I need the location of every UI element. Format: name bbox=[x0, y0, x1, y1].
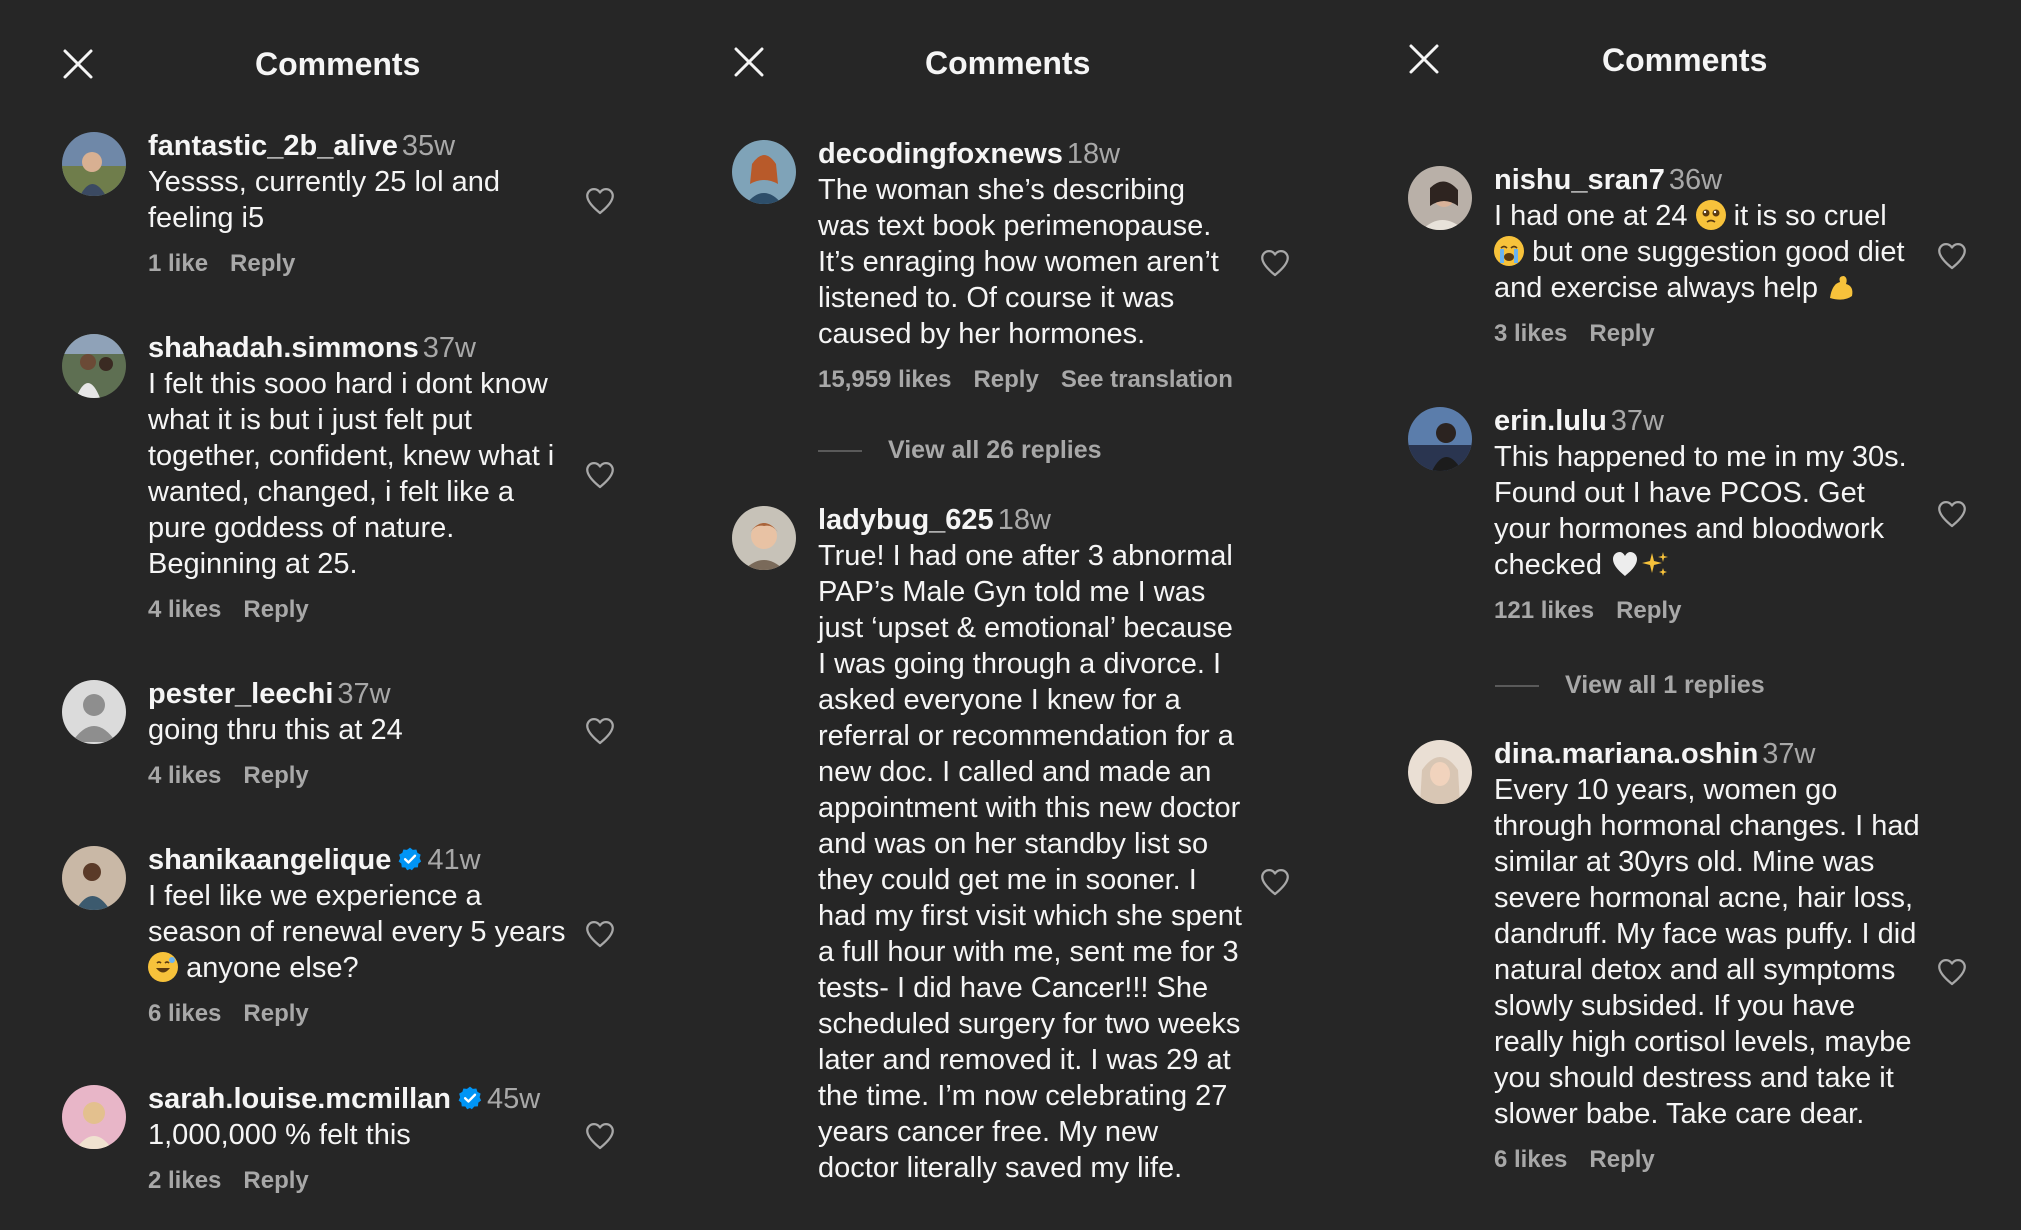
avatar[interactable] bbox=[62, 1085, 126, 1149]
comments-panel-1: Comments fantastic_2b_alive 35w Yessss, c… bbox=[0, 0, 670, 1230]
flexed-biceps-emoji-icon bbox=[1826, 272, 1856, 302]
comment-text-part: This happened to me in my 30s. Found out… bbox=[1494, 441, 1907, 581]
avatar[interactable] bbox=[1408, 166, 1472, 230]
comment-time: 37w bbox=[422, 332, 476, 364]
comment-text: Every 10 years, women go through hormona… bbox=[1494, 774, 1920, 1130]
verified-badge-icon bbox=[457, 1085, 483, 1111]
close-icon[interactable] bbox=[731, 44, 767, 80]
heart-icon[interactable] bbox=[583, 184, 617, 218]
crying-face-emoji-icon bbox=[1494, 236, 1524, 266]
like-count[interactable]: 3 likes bbox=[1494, 320, 1567, 347]
comment-time: 36w bbox=[1668, 164, 1723, 196]
comment-text: I felt this sooo hard i dont know what i… bbox=[148, 368, 555, 580]
reply-button[interactable]: Reply bbox=[1589, 320, 1654, 347]
reply-button[interactable]: Reply bbox=[243, 1000, 308, 1027]
comment-username[interactable]: fantastic_2b_alive bbox=[148, 130, 398, 162]
see-translation-link[interactable]: See translation bbox=[1061, 366, 1233, 393]
avatar[interactable] bbox=[1408, 407, 1472, 471]
reply-button[interactable]: Reply bbox=[1616, 597, 1681, 624]
replies-divider bbox=[1495, 685, 1539, 688]
heart-icon[interactable] bbox=[583, 1119, 617, 1153]
replies-divider bbox=[818, 450, 862, 453]
comment-time: 37w bbox=[1610, 405, 1664, 437]
like-count[interactable]: 1 like bbox=[148, 250, 208, 277]
like-count[interactable]: 6 likes bbox=[1494, 1146, 1567, 1173]
heart-icon[interactable] bbox=[1258, 246, 1292, 280]
comment-text: I had one at 24 it is so cruel but one s… bbox=[1494, 198, 1924, 306]
comment-username[interactable]: shanikaangelique bbox=[148, 844, 391, 876]
like-count[interactable]: 15,959 likes bbox=[818, 366, 951, 393]
avatar[interactable] bbox=[62, 680, 126, 744]
comment-text: Yessss, currently 25 lol and feeling i5 bbox=[148, 166, 500, 234]
heart-icon[interactable] bbox=[583, 917, 617, 951]
grinning-sweat-emoji-icon bbox=[148, 952, 178, 982]
reply-button[interactable]: Reply bbox=[1589, 1146, 1654, 1173]
comment-username[interactable]: pester_leechi bbox=[148, 678, 333, 710]
verified-badge-icon bbox=[397, 846, 423, 872]
heart-icon[interactable] bbox=[1258, 865, 1292, 899]
comment-text: going thru this at 24 bbox=[148, 714, 403, 746]
comment-text: 1,000,000 % felt this bbox=[148, 1119, 411, 1151]
like-count[interactable]: 2 likes bbox=[148, 1167, 221, 1194]
panel-title: Comments bbox=[1602, 42, 1768, 78]
heart-icon[interactable] bbox=[583, 714, 617, 748]
white-heart-emoji-icon bbox=[1610, 549, 1640, 579]
close-icon[interactable] bbox=[1406, 41, 1442, 77]
view-replies-label: View all 26 replies bbox=[888, 436, 1102, 464]
comment-username[interactable]: dina.mariana.oshin bbox=[1494, 738, 1758, 770]
comment-text: I feel like we experience a season of re… bbox=[148, 878, 578, 986]
panel-title: Comments bbox=[925, 45, 1091, 81]
avatar[interactable] bbox=[732, 506, 796, 570]
comment-time: 37w bbox=[337, 678, 391, 710]
reply-button[interactable]: Reply bbox=[243, 1167, 308, 1194]
comment-text-part: it is so cruel bbox=[1733, 200, 1887, 232]
avatar[interactable] bbox=[732, 140, 796, 204]
like-count[interactable]: 4 likes bbox=[148, 596, 221, 623]
like-count[interactable]: 4 likes bbox=[148, 762, 221, 789]
comment-username[interactable]: erin.lulu bbox=[1494, 405, 1607, 437]
comment-time: 41w bbox=[427, 844, 481, 876]
comment-username[interactable]: ladybug_625 bbox=[818, 504, 994, 536]
like-count[interactable]: 121 likes bbox=[1494, 597, 1594, 624]
comment-time: 18w bbox=[1066, 138, 1121, 170]
avatar[interactable] bbox=[1408, 740, 1472, 804]
avatar[interactable] bbox=[62, 846, 126, 910]
comment-time: 35w bbox=[401, 130, 456, 162]
view-replies-button[interactable]: View all 26 replies bbox=[818, 436, 1102, 465]
sparkles-emoji-icon bbox=[1640, 549, 1670, 579]
like-count[interactable]: 6 likes bbox=[148, 1000, 221, 1027]
view-replies-label: View all 1 replies bbox=[1565, 671, 1765, 699]
comments-panel-3: Comments nishu_sran7 36w I had one at 24 … bbox=[1350, 0, 2021, 1230]
heart-icon[interactable] bbox=[1935, 239, 1969, 273]
comment-text: The woman she’s describing was text book… bbox=[818, 174, 1219, 350]
heart-icon[interactable] bbox=[1935, 497, 1969, 531]
reply-button[interactable]: Reply bbox=[243, 596, 308, 623]
panel-title: Comments bbox=[255, 46, 421, 82]
comment-username[interactable]: shahadah.simmons bbox=[148, 332, 419, 364]
comment-username[interactable]: decodingfoxnews bbox=[818, 138, 1063, 170]
comment-time: 18w bbox=[997, 504, 1051, 536]
reply-button[interactable]: Reply bbox=[230, 250, 295, 277]
avatar[interactable] bbox=[62, 334, 126, 398]
view-replies-button[interactable]: View all 1 replies bbox=[1495, 671, 1765, 700]
comment-text: True! I had one after 3 abnormal PAP’s M… bbox=[818, 540, 1242, 1184]
comment-text-part: anyone else? bbox=[186, 952, 359, 984]
comment-text: This happened to me in my 30s. Found out… bbox=[1494, 439, 1924, 583]
comment-time: 45w bbox=[487, 1083, 541, 1115]
comment-username[interactable]: nishu_sran7 bbox=[1494, 164, 1665, 196]
comment-text-part: I feel like we experience a season of re… bbox=[148, 880, 566, 948]
close-icon[interactable] bbox=[60, 46, 96, 82]
heart-icon[interactable] bbox=[1935, 955, 1969, 989]
avatar[interactable] bbox=[62, 132, 126, 196]
reply-button[interactable]: Reply bbox=[243, 762, 308, 789]
reply-button[interactable]: Reply bbox=[973, 366, 1038, 393]
comment-username[interactable]: sarah.louise.mcmillan bbox=[148, 1083, 451, 1115]
heart-icon[interactable] bbox=[583, 458, 617, 492]
comment-time: 37w bbox=[1762, 738, 1816, 770]
comment-text-part: I had one at 24 bbox=[1494, 200, 1688, 232]
comments-panel-2: Comments decodingfoxnews 18w The woman sh… bbox=[670, 0, 1350, 1230]
pleading-face-emoji-icon bbox=[1695, 200, 1726, 230]
